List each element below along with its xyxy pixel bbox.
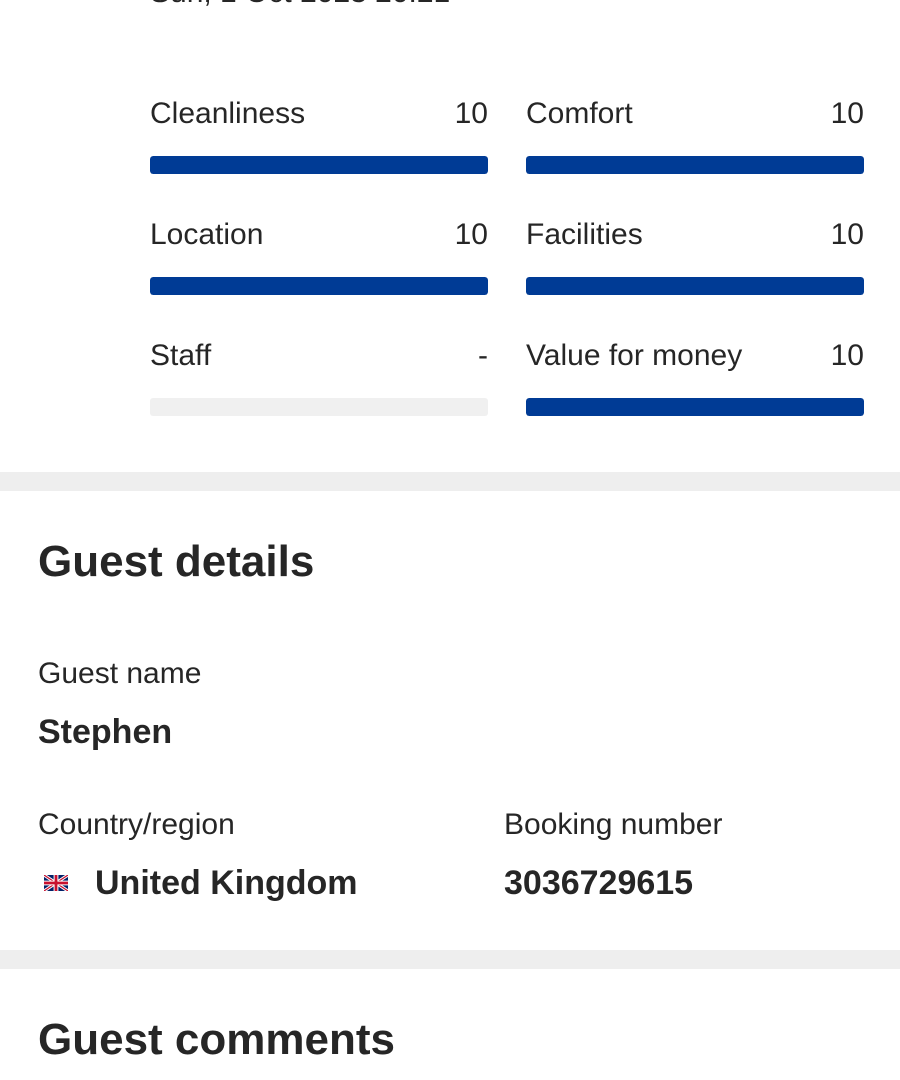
section-divider	[0, 472, 900, 491]
score-bar	[150, 398, 488, 416]
score-value: 10	[454, 218, 488, 251]
score-value: 10	[830, 339, 864, 372]
score-value: 10	[454, 97, 488, 130]
score-value: 10	[830, 97, 864, 130]
country-value: United Kingdom	[95, 864, 358, 902]
booking-number-value: 3036729615	[504, 864, 694, 902]
score-staff: Staff -	[150, 334, 488, 424]
review-date: Sun, 1 Oct 2023 20:21	[150, 0, 450, 10]
score-facilities: Facilities 10	[526, 213, 864, 303]
section-divider	[0, 950, 900, 969]
guest-details-title: Guest details	[38, 537, 315, 586]
score-label: Location	[150, 218, 264, 251]
score-bar-fill	[150, 156, 488, 174]
score-location: Location 10	[150, 213, 488, 303]
score-bar	[526, 398, 864, 416]
score-bar-fill	[526, 156, 864, 174]
score-label: Staff	[150, 339, 212, 372]
score-bar	[150, 156, 488, 174]
score-value-for-money: Value for money 10	[526, 334, 864, 424]
score-bar-fill	[526, 277, 864, 295]
guest-name-value: Stephen	[38, 713, 173, 751]
guest-comments-title: Guest comments	[38, 1015, 395, 1064]
score-comfort: Comfort 10	[526, 92, 864, 182]
score-bar	[150, 277, 488, 295]
uk-flag-icon	[44, 875, 68, 891]
score-cleanliness: Cleanliness 10	[150, 92, 488, 182]
score-value: -	[478, 339, 488, 372]
score-value: 10	[830, 218, 864, 251]
score-bar-fill	[150, 277, 488, 295]
score-label: Facilities	[526, 218, 643, 251]
score-bar-fill	[526, 398, 864, 416]
score-label: Value for money	[526, 339, 743, 372]
score-label: Comfort	[526, 97, 633, 130]
review-detail-page: Sun, 1 Oct 2023 20:21 Cleanliness 10 Com…	[0, 0, 900, 1080]
booking-number-label: Booking number	[504, 808, 723, 841]
score-bar	[526, 156, 864, 174]
country-label: Country/region	[38, 808, 235, 841]
score-label: Cleanliness	[150, 97, 306, 130]
score-bar	[526, 277, 864, 295]
guest-name-label: Guest name	[38, 657, 202, 690]
